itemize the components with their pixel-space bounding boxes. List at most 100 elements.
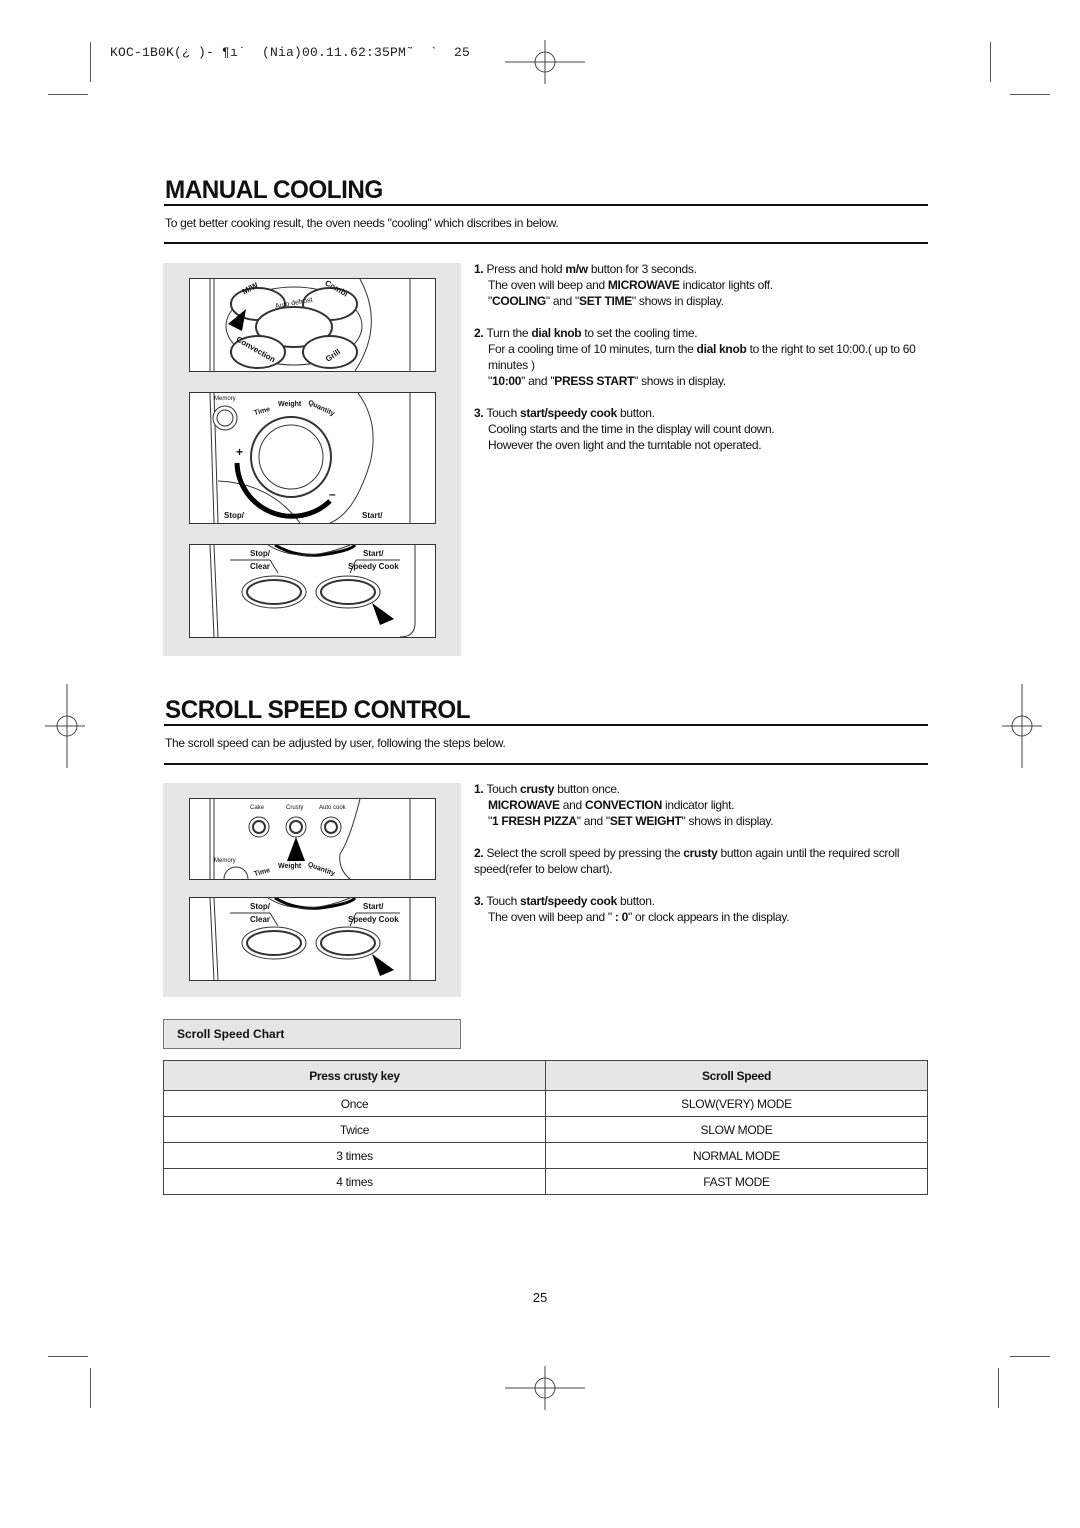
press-count-cell: 4 times [163,1168,546,1195]
step-number: 3. [474,894,487,908]
instruction-step: 3. Touch start/speedy cook button. The ov… [474,893,930,925]
start-speedy-label-bottom: Speedy Cook [348,562,399,571]
step-text: " or clock appears in the display. [627,910,790,924]
section-title-manual-cooling: MANUAL COOLING [165,176,383,204]
step-text: Touch [486,782,521,796]
start-speedy-label-top: Start/ [363,549,384,558]
step-text: The oven will beep and [488,278,608,292]
instruction-step: 2. Turn the dial knob to set the cooling… [474,325,930,389]
table-header-row: Press crusty key Scroll Speed [163,1060,928,1091]
start-speedy-label-bottom: Speedy Cook [348,915,399,924]
step-line: MICROWAVE and CONVECTION indicator light… [474,797,930,813]
pointer-arrow-icon [372,954,394,976]
step-text: Press and hold [486,262,566,276]
step-line: "1 FRESH PIZZA" and "SET WEIGHT" shows i… [474,813,930,829]
step-text: Touch [486,894,521,908]
manual-cooling-steps: 1. Press and hold m/w button for 3 secon… [474,261,930,469]
registration-mark-icon [1002,684,1042,768]
scroll-mode-cell: SLOW MODE [545,1116,928,1143]
registration-mark-icon [505,40,585,84]
step-text: " and " [576,814,610,828]
press-count-cell: Twice [163,1116,546,1143]
crop-mark [990,42,991,82]
crusty-button-label[interactable]: Crusty [286,805,303,811]
crop-mark [90,1368,91,1408]
stop-start-panel: Stop/ Clear Start/ Speedy Cook [189,897,436,981]
stop-clear-button[interactable] [242,927,306,959]
step-text: indicator light. [661,798,735,812]
start-speedy-cook-button[interactable] [316,576,380,608]
table-row: 4 times FAST MODE [163,1168,928,1195]
step-text: button. [616,894,655,908]
scroll-speed-chart-label: Scroll Speed Chart [163,1019,461,1049]
step-line: 1. Touch crusty button once. [474,781,930,797]
step-text: Select the scroll speed by pressing the [486,846,684,860]
crop-mark [48,1356,88,1357]
step-number: 2. [474,326,487,340]
bold-term: COOLING [491,294,546,308]
step-number: 1. [474,262,487,276]
mode-buttons-panel: M/W Combi Auto defrost Convection Grill [189,278,436,372]
stop-clear-label-top: Stop/ [250,549,270,558]
table-row: 3 times NORMAL MODE [163,1142,928,1169]
auto-menu-panel: Cake Crusty Auto cook Memory Time Weight… [189,798,436,880]
step-number: 2. [474,846,487,860]
step-text: " shows in display. [634,374,726,388]
step-text: button once. [554,782,620,796]
bold-term: PRESS START [554,374,635,388]
step-text: Cooling starts and the time in the displ… [488,422,775,436]
start-label: Start/ [362,511,383,520]
scroll-speed-intro: The scroll speed can be adjusted by user… [165,736,506,750]
step-line: The oven will beep and MICROWAVE indicat… [474,277,930,293]
step-text: However the oven light and the turntable… [488,438,762,452]
start-speedy-cook-button[interactable] [316,927,380,959]
bold-term: MICROWAVE [488,798,560,812]
mode-buttons-drawing [209,279,411,371]
instruction-step: 1. Touch crusty button once. MICROWAVE an… [474,781,930,829]
step-text: " and " [521,374,555,388]
bold-term: dial knob [531,326,582,340]
stop-clear-button[interactable] [242,576,306,608]
crusty-button[interactable] [286,817,306,837]
scroll-mode-cell: SLOW(VERY) MODE [545,1090,928,1117]
step-line: For a cooling time of 10 minutes, turn t… [474,341,930,373]
title-rule [164,724,928,726]
manual-cooling-control-panel-figure: M/W Combi Auto defrost Convection Grill … [163,263,461,656]
dial-panel: Memory Time Weight Quantity + – Stop/ St… [189,392,436,524]
pointer-arrow-icon [287,837,305,861]
dial-plus-sign: + [236,445,244,459]
bold-term: 1 FRESH PIZZA [491,814,577,828]
bold-term: crusty [683,846,718,860]
section-title-scroll-speed-control: SCROLL SPEED CONTROL [165,696,471,724]
step-text: and [559,798,585,812]
step-number: 3. [474,406,487,420]
instruction-step: 2. Select the scroll speed by pressing t… [474,845,930,877]
instruction-step: 1. Press and hold m/w button for 3 secon… [474,261,930,309]
step-line: 2. Turn the dial knob to set the cooling… [474,325,930,341]
start-speedy-label-top: Start/ [363,902,384,911]
press-count-cell: Once [163,1090,546,1117]
cake-button-label[interactable]: Cake [250,805,264,811]
step-text: The oven will beep and " [488,910,615,924]
step-text: button for 3 seconds. [587,262,697,276]
step-number: 1. [474,782,487,796]
manual-cooling-intro: To get better cooking result, the oven n… [165,216,559,230]
memory-button-label[interactable]: Memory [214,858,236,864]
memory-button-label[interactable]: Memory [214,396,236,402]
dial-knob[interactable] [251,417,331,497]
stop-label: Stop/ [224,511,244,520]
step-text: " and " [545,294,579,308]
pointer-arrow-icon [372,603,394,625]
step-text: indicator lights off. [679,278,774,292]
step-text: " shows in display. [631,294,724,308]
bold-term: 10:00 [491,374,522,388]
intro-rule [164,763,928,765]
scroll-speed-control-panel-figure: Cake Crusty Auto cook Memory Time Weight… [163,783,461,997]
table-row: Once SLOW(VERY) MODE [163,1090,928,1117]
column-header-press-crusty-key: Press crusty key [163,1060,546,1091]
dial-label-weight: Weight [278,863,302,870]
press-count-cell: 3 times [163,1142,546,1169]
auto-cook-button-label[interactable]: Auto cook [319,805,346,811]
crop-mark [998,1368,999,1408]
step-line: The oven will beep and " : 0" or clock a… [474,909,930,925]
